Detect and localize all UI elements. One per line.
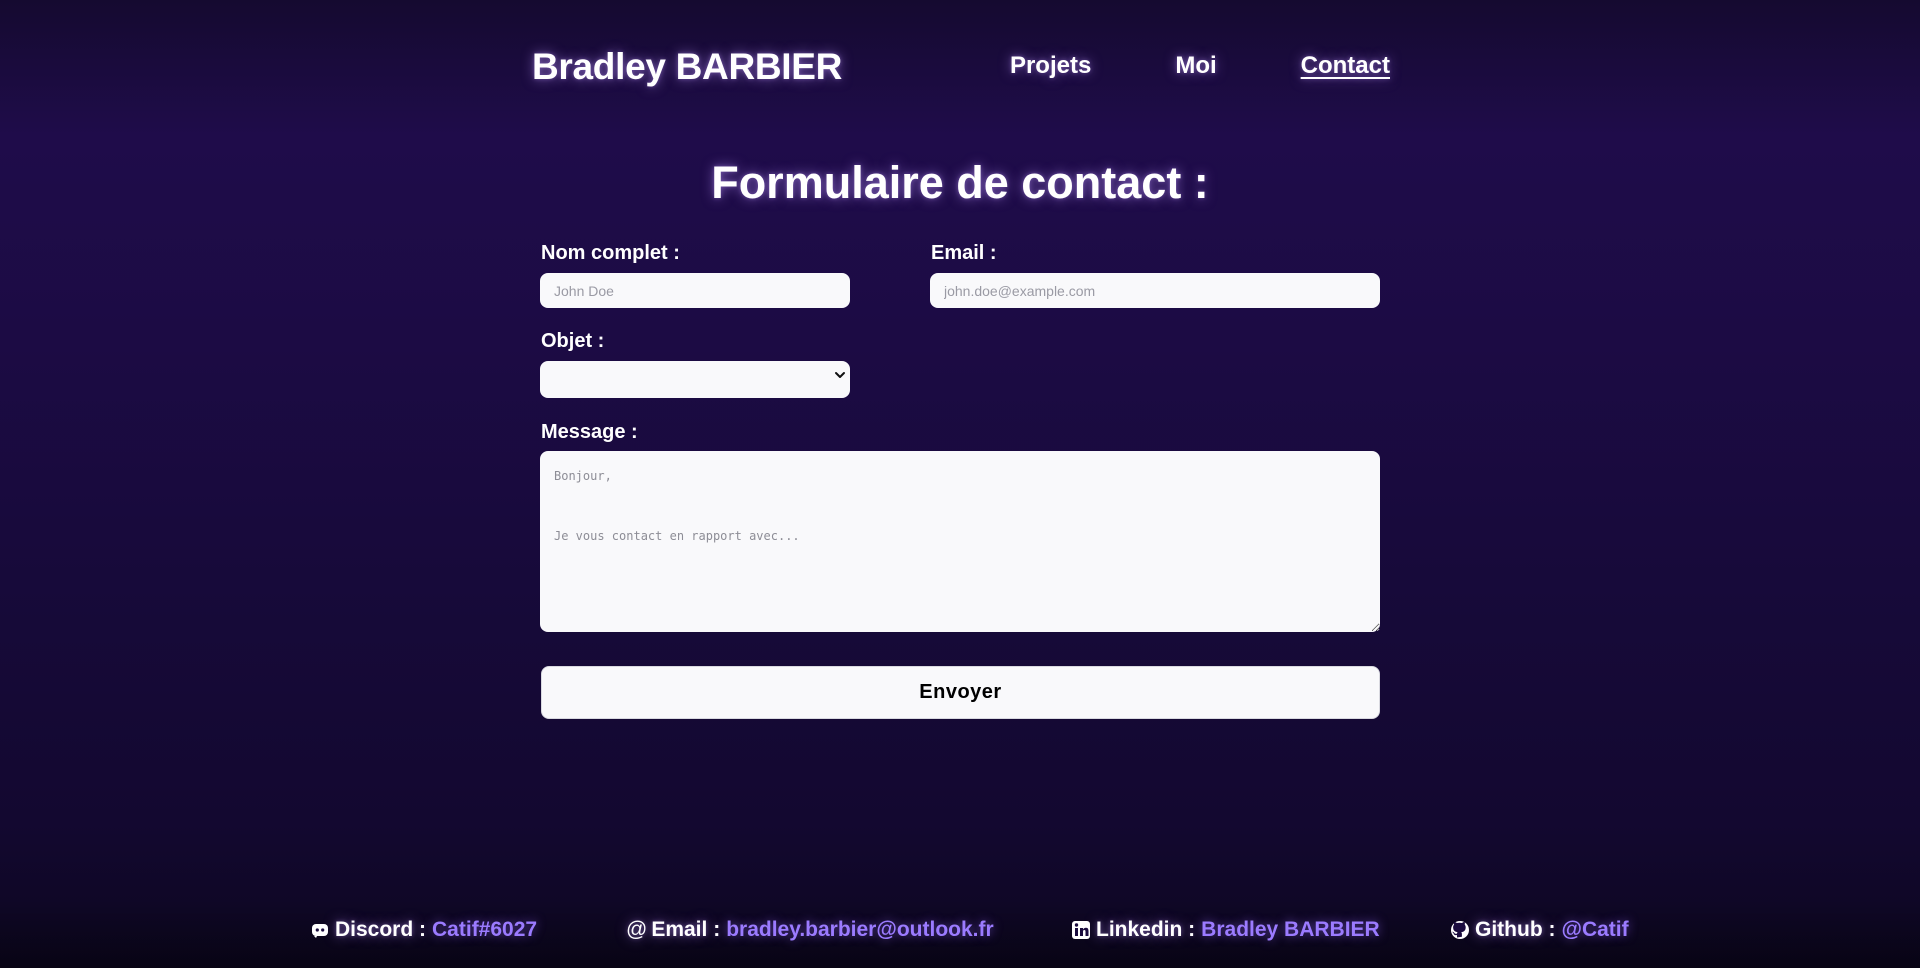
name-label: Nom complet : <box>541 242 680 264</box>
linkedin-profile-link[interactable]: Bradley BARBIER <box>1201 917 1380 943</box>
nav-link-projets[interactable]: Projets <box>1010 50 1091 82</box>
main-nav: Projets Moi Contact <box>1010 50 1390 82</box>
name-input[interactable] <box>540 273 850 308</box>
linkedin-label: Linkedin : <box>1096 918 1196 941</box>
github-icon <box>1451 921 1469 939</box>
form-title: Formulaire de contact : <box>711 157 1209 208</box>
site-footer: Discord : Catif#6027 @ Email : bradley.b… <box>0 900 1920 968</box>
github-handle-link[interactable]: @Catif <box>1561 917 1628 943</box>
linkedin-icon <box>1072 921 1090 939</box>
subject-select[interactable] <box>540 361 850 398</box>
message-label: Message : <box>541 421 638 443</box>
footer-email-label: Email : <box>651 918 721 941</box>
github-label: Github : <box>1475 918 1556 941</box>
nav-link-moi[interactable]: Moi <box>1175 50 1216 82</box>
submit-button[interactable]: Envoyer <box>541 666 1380 719</box>
email-label: Email : <box>931 242 997 264</box>
discord-handle-link[interactable]: Catif#6027 <box>432 917 537 943</box>
discord-icon <box>312 924 328 938</box>
footer-email-link[interactable]: bradley.barbier@outlook.fr <box>726 917 993 943</box>
footer-github: Github : @Catif <box>1450 917 1629 943</box>
at-icon: @ <box>626 918 648 941</box>
subject-label: Objet : <box>541 330 605 352</box>
email-input[interactable] <box>930 273 1380 308</box>
footer-linkedin: Linkedin : Bradley BARBIER <box>1071 917 1380 943</box>
site-header: Bradley BARBIER Projets Moi Contact <box>532 44 1390 92</box>
message-textarea[interactable] <box>540 451 1380 632</box>
nav-link-contact[interactable]: Contact <box>1301 50 1390 82</box>
footer-discord: Discord : Catif#6027 <box>310 917 537 943</box>
footer-email: @ Email : bradley.barbier@outlook.fr <box>626 917 994 943</box>
site-brand[interactable]: Bradley BARBIER <box>532 44 842 90</box>
discord-label: Discord : <box>335 918 427 941</box>
